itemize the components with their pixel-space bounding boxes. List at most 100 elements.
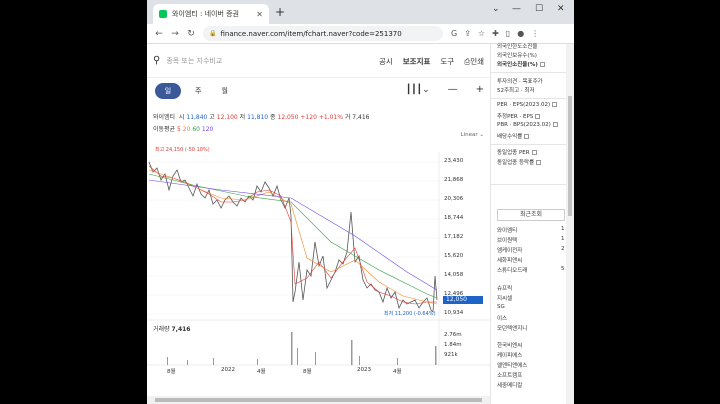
ma20-line xyxy=(148,169,438,305)
vertical-scrollbar[interactable] xyxy=(566,44,574,404)
price-tick: 14,058 xyxy=(444,272,464,278)
address-bar[interactable]: 🔒 finance.naver.com/item/fchart.naver?co… xyxy=(203,26,443,41)
current-price-badge: 12,050 xyxy=(443,296,483,304)
volume-label: 거 xyxy=(344,114,351,121)
forward-icon[interactable]: → xyxy=(167,29,183,39)
menu-disclosure[interactable]: 공시 xyxy=(379,56,393,67)
recent-item[interactable]: 엠케이전자 xyxy=(497,246,522,254)
side-item-label: 동일업종 등락률 xyxy=(497,160,535,166)
chart-menu: 공시 보조지표 도구 ⎙인쇄 xyxy=(379,56,484,67)
change-value: +120 xyxy=(300,114,317,121)
close-value: 12,050 xyxy=(277,114,299,121)
ma60[interactable]: 60 xyxy=(192,126,200,133)
recent-tab[interactable]: 최근조회 xyxy=(497,209,565,221)
price-tick: 18,744 xyxy=(444,215,464,221)
reload-icon[interactable]: ↻ xyxy=(183,29,199,39)
minimize-icon[interactable]: — xyxy=(512,4,521,14)
list-item[interactable]: 지씨셀 xyxy=(497,294,512,302)
side-item-foreign-ratio[interactable]: 외국인소진율(%) xyxy=(497,60,545,68)
list-item[interactable]: 한국비엔씨 xyxy=(497,341,522,349)
search-input[interactable]: 종목 또는 지수비교 xyxy=(166,56,222,66)
scroll-thumb[interactable] xyxy=(155,398,482,402)
checkbox-icon[interactable] xyxy=(524,134,530,139)
url-text: finance.naver.com/item/fchart.naver?code… xyxy=(220,29,402,38)
high-label: 고 xyxy=(209,114,215,121)
checkbox-icon[interactable] xyxy=(552,122,558,127)
list-item[interactable]: 세중메디칼 xyxy=(497,381,522,389)
bookmark-star-icon[interactable]: ☆ xyxy=(478,29,485,38)
checkbox-icon[interactable] xyxy=(531,150,537,155)
recent-item[interactable]: 와이엠티 xyxy=(497,226,517,234)
side-item-pbr[interactable]: PBR · BPS(2023.02) xyxy=(497,122,558,128)
naver-favicon-icon xyxy=(159,10,167,18)
divider xyxy=(491,184,574,185)
menu-indicators[interactable]: 보조지표 xyxy=(403,56,431,67)
side-item-sector-per[interactable]: 동일업종 PER xyxy=(497,148,537,156)
list-item[interactable]: 이스 xyxy=(497,314,507,322)
period-month-button[interactable]: 월 xyxy=(221,86,227,96)
list-item[interactable]: 슈프릭 xyxy=(497,284,512,292)
list-item[interactable]: 모던텍앤지니 xyxy=(497,324,527,332)
profile-avatar-icon[interactable]: ● xyxy=(517,29,524,38)
price-chart[interactable] xyxy=(147,152,490,396)
price-tick: 15,620 xyxy=(444,253,464,259)
x-tick: 8월 xyxy=(167,369,176,375)
list-item[interactable]: 케이피에스 xyxy=(497,351,522,359)
list-item[interactable]: 소프트캠프 xyxy=(497,371,522,379)
share-icon[interactable]: ⇪ xyxy=(464,29,471,38)
horizontal-scrollbar[interactable] xyxy=(147,396,490,404)
kebab-menu-icon[interactable]: ⋮ xyxy=(531,29,539,38)
extensions-icon[interactable]: ✚ xyxy=(492,29,499,38)
high-value: 12,100 xyxy=(216,114,238,121)
browser-tab[interactable]: 와이엠티 : 네이버 증권 ✕ xyxy=(153,4,269,24)
maximize-icon[interactable]: ☐ xyxy=(535,4,543,14)
scale-select[interactable]: Linear ⌄ xyxy=(461,132,484,138)
candlestick-icon[interactable]: ┃┃┃⌄ xyxy=(406,85,430,95)
checkbox-icon[interactable] xyxy=(535,114,541,119)
checkbox-icon[interactable] xyxy=(552,102,558,107)
new-tab-button[interactable]: + xyxy=(275,5,285,19)
ma120[interactable]: 120 xyxy=(202,126,213,133)
checkbox-icon[interactable] xyxy=(539,62,545,67)
low-label: 저 xyxy=(239,114,246,121)
window-close-icon[interactable]: ✕ xyxy=(557,4,565,14)
side-item-dividend[interactable]: 배당수익률 xyxy=(497,132,530,140)
sidepanel-icon[interactable]: ▯ xyxy=(506,29,510,38)
period-week-button[interactable]: 주 xyxy=(195,86,201,96)
stock-search-bar: ⚲ 종목 또는 지수비교 공시 보조지표 도구 ⎙인쇄 xyxy=(147,44,490,78)
side-item: 52주최고 · 최저 xyxy=(497,88,535,94)
price-tick: 23,430 xyxy=(444,158,464,164)
side-item-per[interactable]: PER · EPS(2023.02) xyxy=(497,102,558,108)
menu-print[interactable]: ⎙인쇄 xyxy=(464,56,484,67)
checkbox-icon[interactable] xyxy=(536,160,542,165)
side-item-est-per[interactable]: 추정PER · EPS xyxy=(497,112,541,120)
list-item[interactable]: 엘앤티엔에스 xyxy=(497,361,527,369)
period-day-button[interactable]: 일 xyxy=(155,83,181,99)
zoom-in-icon[interactable]: + xyxy=(476,84,484,95)
quote-line: 와이엠티 시 11,840 고 12,100 저 11,810 종 12,050… xyxy=(153,112,369,121)
volume-tick: 2.76m xyxy=(444,332,462,338)
stock-name: 와이엠티 xyxy=(153,114,176,121)
close-tab-icon[interactable]: ✕ xyxy=(256,10,263,19)
recent-item[interactable]: 스튜디오드래 xyxy=(497,266,527,274)
recent-item[interactable]: 브이원텍 xyxy=(497,236,517,244)
price-tick: 20,306 xyxy=(444,196,464,202)
side-item-sector-change[interactable]: 동일업종 등락률 xyxy=(497,158,542,166)
recent-item[interactable]: 세화피앤씨 xyxy=(497,256,522,264)
side-item: 외국인보유수(%) xyxy=(497,53,537,59)
ma5-line xyxy=(148,165,437,305)
side-item-label: 배당수익률 xyxy=(497,134,523,140)
search-icon[interactable]: ⚲ xyxy=(153,55,160,66)
google-icon[interactable]: G xyxy=(451,29,457,38)
tab-title: 와이엠티 : 네이버 증권 xyxy=(172,10,239,18)
list-item[interactable]: SG xyxy=(497,304,505,310)
low-value: 11,810 xyxy=(247,114,269,121)
menu-tools[interactable]: 도구 xyxy=(440,56,454,67)
ma5[interactable]: 5 xyxy=(177,126,181,133)
scroll-thumb[interactable] xyxy=(568,96,572,216)
divider xyxy=(491,72,574,73)
ma20[interactable]: 20 xyxy=(183,126,191,133)
back-icon[interactable]: ← xyxy=(151,29,167,39)
chevron-down-icon[interactable]: ⌄ xyxy=(492,4,500,14)
zoom-out-icon[interactable]: — xyxy=(448,84,458,95)
